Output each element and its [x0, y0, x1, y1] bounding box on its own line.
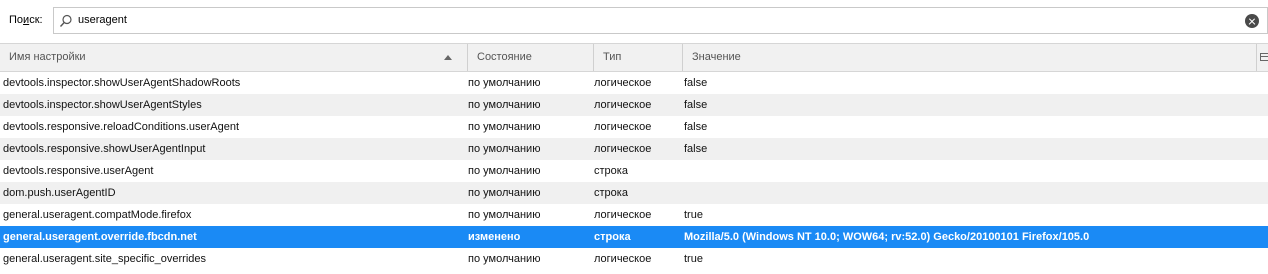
table-row[interactable]: devtools.responsive.userAgent по умолчани…	[0, 160, 1268, 182]
column-header-type[interactable]: Тип	[593, 44, 682, 71]
search-icon	[59, 14, 72, 27]
pref-name-cell: devtools.inspector.showUserAgentShadowRo…	[3, 77, 241, 89]
pref-name-cell: general.useragent.compatMode.firefox	[3, 209, 192, 221]
table-row[interactable]: devtools.inspector.showUserAgentStyles по…	[0, 94, 1268, 116]
preferences-list: devtools.inspector.showUserAgentShadowRo…	[0, 72, 1268, 270]
column-header-state[interactable]: Состояние	[467, 44, 593, 71]
pref-type-cell: строка	[594, 165, 628, 177]
search-input[interactable]	[78, 8, 1228, 33]
sort-ascending-icon	[444, 55, 452, 60]
table-row[interactable]: devtools.inspector.showUserAgentShadowRo…	[0, 72, 1268, 94]
pref-name-cell: general.useragent.override.fbcdn.net	[3, 231, 197, 243]
table-row[interactable]: general.useragent.site_specific_override…	[0, 248, 1268, 270]
search-box[interactable]	[53, 7, 1268, 34]
pref-type-cell: логическое	[594, 253, 652, 265]
pref-name-cell: devtools.responsive.userAgent	[3, 165, 154, 177]
table-row[interactable]: dom.push.userAgentID по умолчанию строка	[0, 182, 1268, 204]
pref-name-cell: dom.push.userAgentID	[3, 187, 116, 199]
pref-state-cell: изменено	[468, 231, 521, 243]
pref-state-cell: по умолчанию	[468, 187, 541, 199]
pref-state-cell: по умолчанию	[468, 209, 541, 221]
pref-value-cell	[684, 182, 1264, 204]
pref-value-cell: true	[684, 209, 703, 221]
column-header-name[interactable]: Имя настройки	[0, 44, 467, 71]
pref-value-cell: false	[684, 143, 708, 155]
pref-state-cell: по умолчанию	[468, 165, 541, 177]
pref-name-cell: devtools.responsive.showUserAgentInput	[3, 143, 206, 155]
pref-value-cell: false	[684, 99, 708, 111]
pref-value-cell: true	[684, 253, 703, 265]
pref-state-cell: по умолчанию	[468, 121, 541, 133]
column-header-value[interactable]: Значение	[682, 44, 1256, 71]
table-header: Имя настройки Состояние Тип Значение	[0, 43, 1268, 72]
table-row[interactable]: devtools.responsive.reloadConditions.use…	[0, 116, 1268, 138]
pref-state-cell: по умолчанию	[468, 77, 541, 89]
pref-name-cell: devtools.responsive.reloadConditions.use…	[3, 121, 240, 133]
pref-type-cell: логическое	[594, 99, 652, 111]
pref-state-cell: по умолчанию	[468, 253, 541, 265]
pref-type-cell: строка	[594, 231, 631, 243]
clear-icon[interactable]	[1245, 14, 1259, 28]
pref-state-cell: по умолчанию	[468, 143, 541, 155]
pref-type-cell: строка	[594, 187, 628, 199]
column-picker-icon	[1260, 53, 1268, 61]
pref-type-cell: логическое	[594, 121, 652, 133]
table-row[interactable]: general.useragent.compatMode.firefox по у…	[0, 204, 1268, 226]
pref-type-cell: логическое	[594, 143, 652, 155]
column-picker-button[interactable]	[1256, 44, 1268, 71]
table-row[interactable]: devtools.responsive.showUserAgentInput по…	[0, 138, 1268, 160]
pref-value-cell: false	[684, 77, 708, 89]
pref-value-cell	[684, 160, 1264, 182]
pref-state-cell: по умолчанию	[468, 99, 541, 111]
search-bar: Поиск:	[0, 0, 1268, 42]
pref-value-cell: Mozilla/5.0 (Windows NT 10.0; WOW64; rv:…	[684, 231, 1090, 243]
pref-name-cell: general.useragent.site_specific_override…	[3, 253, 207, 265]
pref-name-cell: devtools.inspector.showUserAgentStyles	[3, 99, 202, 111]
pref-value-cell: false	[684, 121, 708, 133]
pref-type-cell: логическое	[594, 77, 652, 89]
pref-type-cell: логическое	[594, 209, 652, 221]
table-row-selected[interactable]: general.useragent.override.fbcdn.net изме…	[0, 226, 1268, 248]
search-label: Поиск:	[9, 14, 43, 26]
